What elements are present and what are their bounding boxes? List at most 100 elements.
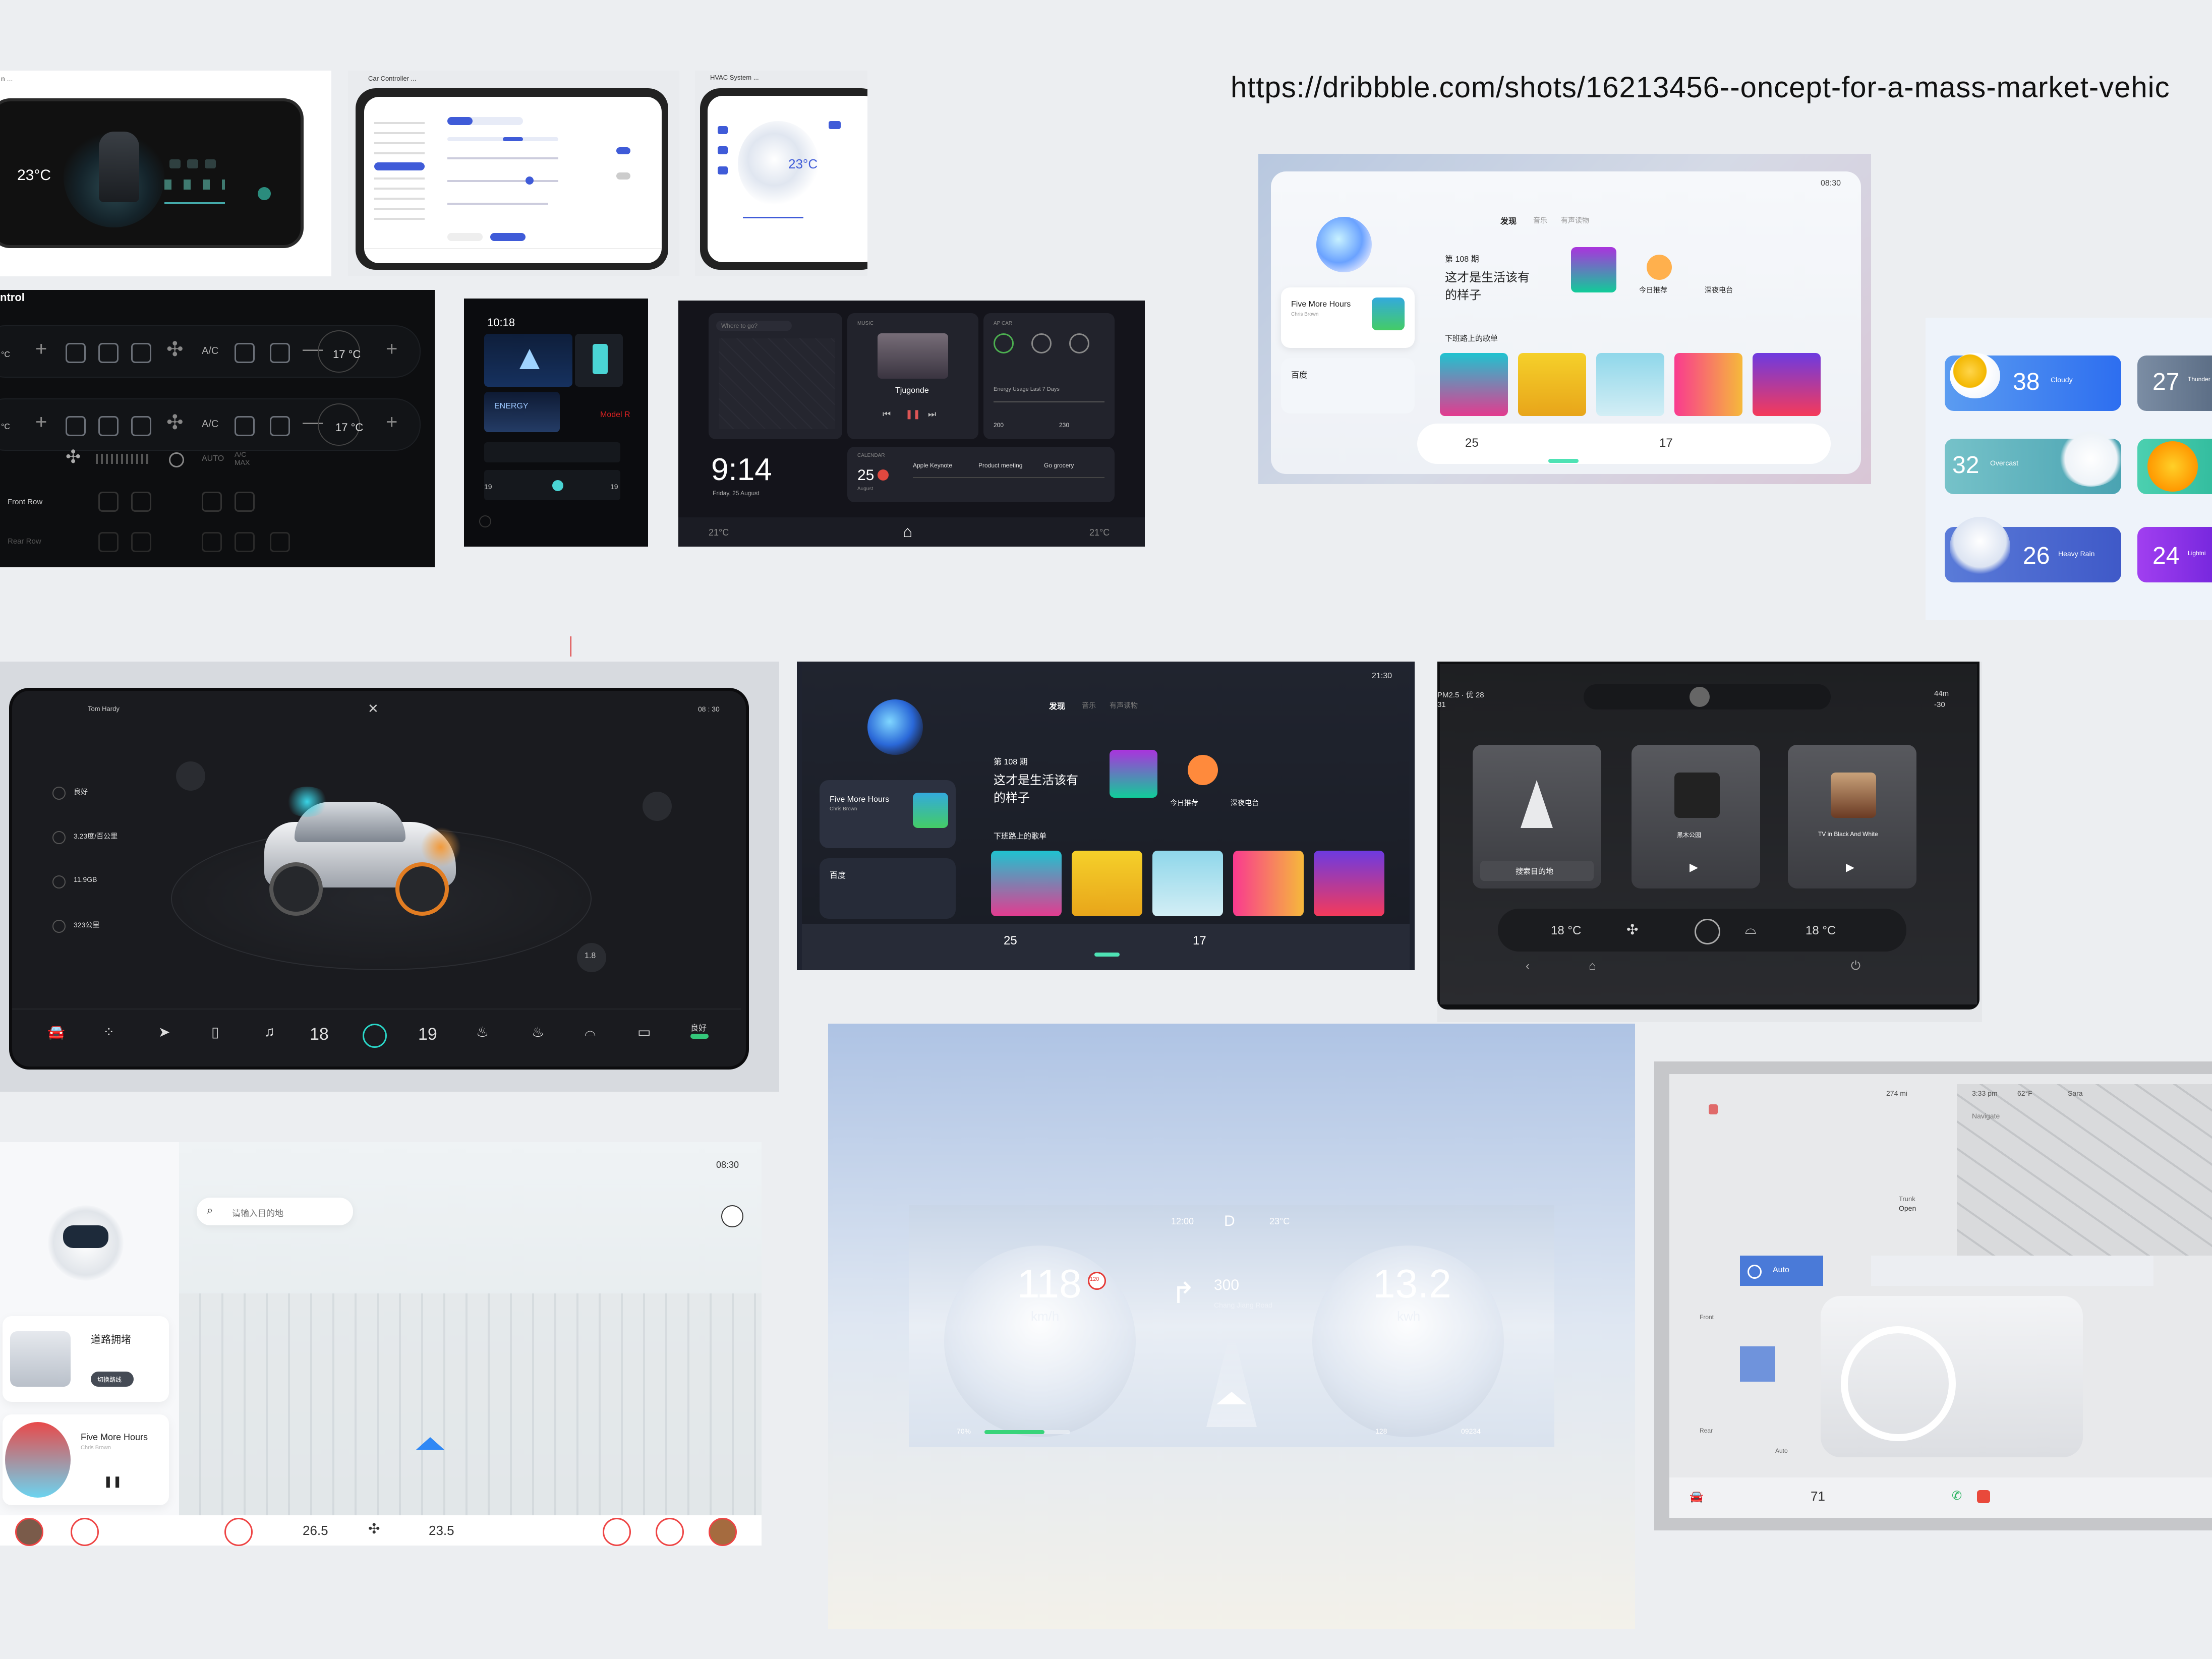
charge-icon[interactable] [721, 1205, 743, 1227]
temp-right[interactable]: 18 °C [1806, 924, 1836, 938]
search-icon[interactable]: ⌕ [207, 1204, 213, 1217]
apps-icon[interactable] [603, 1518, 631, 1546]
seat-heat-icon[interactable]: ♨ [476, 1024, 489, 1040]
traffic-card[interactable]: 道路拥堵 切换路线 [3, 1316, 169, 1402]
fan-icon[interactable]: ✣ [368, 1520, 380, 1537]
event[interactable]: Product meeting [978, 462, 1022, 469]
event[interactable]: Apple Keynote [913, 462, 952, 469]
assistant-orb-icon[interactable] [867, 699, 923, 755]
apps-icon[interactable]: ⁘ [103, 1024, 114, 1040]
search-input[interactable]: 请输入目的地 [232, 1206, 283, 1219]
front-seat-icon[interactable] [235, 492, 255, 512]
playlist-cover[interactable] [1518, 353, 1586, 416]
radio-label[interactable]: 深夜电台 [1231, 798, 1259, 808]
front-seat-icon[interactable] [202, 492, 222, 512]
recommend-label[interactable]: 今日推荐 [1170, 798, 1198, 808]
fan-icon[interactable] [363, 1024, 387, 1048]
temp-left[interactable]: 25 [1004, 934, 1017, 948]
playlist-cover[interactable] [1233, 851, 1304, 916]
plus-button[interactable]: + [386, 411, 397, 434]
phone-icon[interactable]: ✆ [1952, 1489, 1962, 1503]
avatar[interactable] [15, 1518, 43, 1546]
lock-icon[interactable] [1709, 1104, 1718, 1114]
now-playing-card[interactable]: Five More Hours Chris Brown [820, 780, 956, 848]
fan-icon[interactable]: ✣ [166, 338, 184, 361]
source-url[interactable]: https://dribbble.com/shots/16213456--onc… [1231, 71, 2170, 104]
next-icon[interactable]: ⏭ [928, 409, 936, 420]
tab-music[interactable]: 音乐 [1533, 215, 1547, 225]
baidu-card[interactable]: 百度 [1281, 358, 1415, 413]
tab-audiobook[interactable]: 有声读物 [1561, 215, 1589, 225]
temp-left[interactable]: 25 [1465, 436, 1479, 450]
temp-right[interactable]: 23.5 [429, 1523, 454, 1538]
pause-icon[interactable]: ❚❚ [103, 1475, 122, 1488]
tab-audiobook[interactable]: 有声读物 [1110, 700, 1138, 710]
rear-defrost-icon[interactable] [270, 343, 290, 363]
home-icon[interactable]: ⌂ [1589, 959, 1596, 973]
tab-discover[interactable]: 发现 [1049, 699, 1065, 712]
recirc-icon[interactable] [235, 343, 255, 363]
seat-heat-icon[interactable] [66, 343, 86, 363]
auto-label[interactable]: Auto [1775, 1447, 1788, 1454]
plus-button[interactable]: + [35, 338, 47, 361]
rear-defrost-icon[interactable] [270, 416, 290, 436]
home-icon[interactable]: ⌂ [903, 522, 912, 541]
rear-seat-icon[interactable] [235, 532, 255, 552]
music-card[interactable]: 黑木公园 ▶ [1632, 745, 1760, 888]
back-icon[interactable]: ‹ [1526, 959, 1530, 973]
weather-card[interactable]: 38 Cloudy [1945, 353, 2121, 411]
search-destination-button[interactable]: 搜索目的地 [1516, 866, 1553, 876]
temp-right[interactable]: 19 [610, 483, 618, 491]
pause-icon[interactable]: ❚❚ [905, 409, 920, 420]
climate-dial-icon[interactable] [1695, 919, 1720, 944]
ac-max-label[interactable]: A/C MAX [235, 450, 255, 466]
radio-label[interactable]: 深夜电台 [1705, 285, 1733, 295]
fan-icon[interactable]: ✣ [166, 411, 184, 434]
weather-card[interactable]: 26 Heavy Rain [1945, 517, 2121, 582]
navigation-card[interactable]: 搜索目的地 [1473, 745, 1601, 888]
temp-right[interactable]: 17 [1193, 934, 1206, 948]
warning-icon[interactable] [643, 792, 672, 821]
seat-cool-icon[interactable]: ♨ [532, 1024, 544, 1040]
settings-icon[interactable] [656, 1518, 684, 1546]
weather-card[interactable]: 32 Overcast [1945, 431, 2124, 494]
seat-heat-button[interactable] [1740, 1346, 1775, 1382]
playlist-cover[interactable] [1674, 353, 1742, 416]
avatar[interactable] [709, 1518, 737, 1546]
temp-right[interactable]: 21°C [1089, 527, 1110, 538]
play-icon[interactable]: ▶ [1846, 861, 1854, 874]
seat-heat-icon[interactable] [66, 416, 86, 436]
fan-button-icon[interactable] [258, 187, 271, 200]
auto-button[interactable]: Auto [1740, 1256, 1823, 1286]
phone-icon[interactable]: ▯ [211, 1024, 219, 1040]
temp-right[interactable]: 17 [1659, 436, 1673, 450]
power-icon[interactable] [169, 452, 184, 467]
status-item[interactable]: 3.23度/百公里 [74, 831, 118, 841]
rear-defrost-icon[interactable]: ▭ [637, 1024, 651, 1040]
navigation-card[interactable] [484, 334, 572, 387]
car-widget[interactable]: AP CAR Energy Usage Last 7 Days 200 230 [983, 313, 1115, 439]
rear-seat-icon[interactable] [270, 532, 290, 552]
temp-right[interactable]: 19 [418, 1025, 437, 1044]
city-map[interactable] [179, 1293, 762, 1515]
temp-left[interactable]: 26.5 [303, 1523, 328, 1538]
prev-icon[interactable]: ⏮ [883, 409, 891, 420]
seat-cool-icon[interactable] [98, 416, 119, 436]
playlist-cover[interactable] [991, 851, 1062, 916]
energy-card[interactable]: ENERGY [484, 392, 560, 432]
defrost-icon[interactable]: ⌓ [1745, 921, 1756, 938]
playlist-cover[interactable] [1072, 851, 1142, 916]
ac-label[interactable]: A/C [202, 345, 218, 357]
front-seat-icon[interactable] [98, 492, 119, 512]
weather-card[interactable]: 24 Lightni [2137, 527, 2212, 582]
seat-cool-icon[interactable] [98, 343, 119, 363]
navigation-icon[interactable]: ➤ [158, 1024, 170, 1040]
recommend-label[interactable]: 今日推荐 [1639, 285, 1667, 295]
front-seat-icon[interactable] [131, 492, 151, 512]
music-widget[interactable]: MUSIC Tjugonde ⏮ ❚❚ ⏭ [847, 313, 978, 439]
playlist-cover[interactable] [1753, 353, 1821, 416]
temp-left[interactable]: 21°C [709, 527, 729, 538]
now-playing-card[interactable]: Five More Hours Chris Brown ❚❚ [3, 1414, 169, 1505]
power-icon[interactable]: ⏻ [1851, 959, 1860, 973]
status-item[interactable]: 良好 [74, 787, 88, 797]
